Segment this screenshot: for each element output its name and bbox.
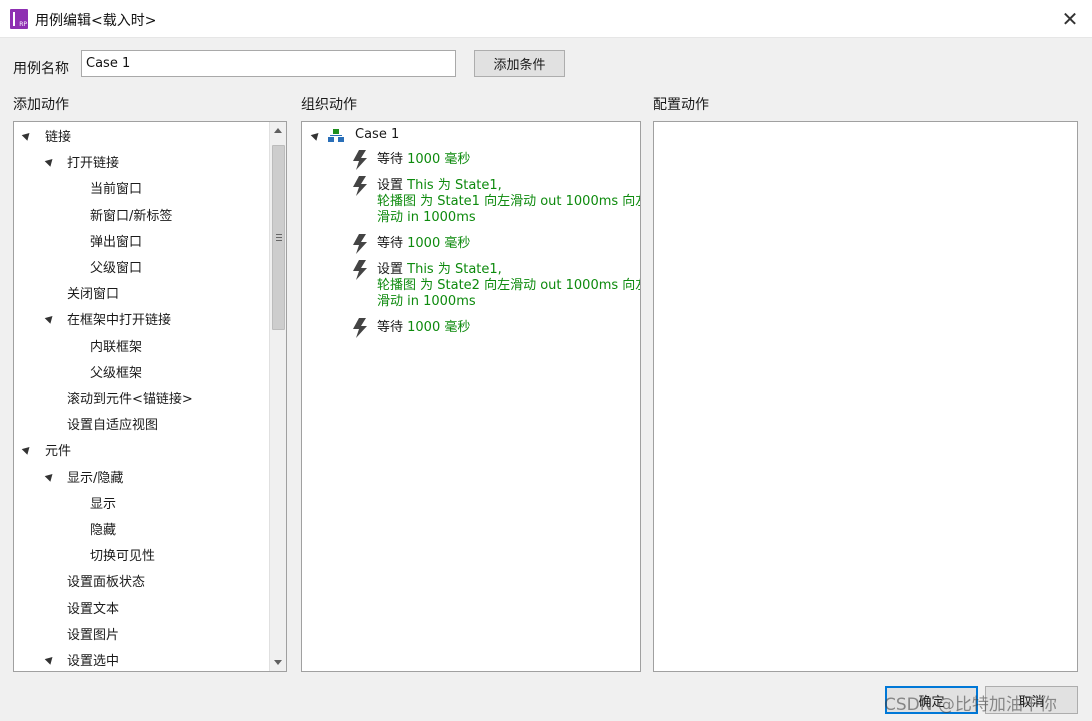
- tree-item[interactable]: 关闭窗口: [67, 283, 119, 303]
- action-detail: 滑动 in 1000ms: [377, 294, 476, 309]
- action-item[interactable]: 等待 1000 毫秒: [377, 152, 470, 168]
- tree-item[interactable]: 父级窗口: [90, 257, 142, 277]
- app-icon-text: RP: [19, 21, 27, 28]
- tree-item[interactable]: 元件: [45, 440, 71, 460]
- axure-app-icon: RP: [10, 9, 28, 29]
- tree-item[interactable]: 设置选中: [67, 650, 119, 670]
- action-verb: 等待: [377, 236, 408, 251]
- add-condition-button[interactable]: 添加条件: [474, 50, 565, 77]
- organize-actions-panel: Case 1 等待 1000 毫秒 设置 This 为 State1, 轮播图 为 …: [301, 121, 641, 672]
- action-item[interactable]: 等待 1000 毫秒: [377, 320, 470, 336]
- tree-item[interactable]: 设置自适应视图: [67, 414, 158, 434]
- action-detail: This 为 State1,: [407, 178, 502, 193]
- add-actions-panel: 链接打开链接当前窗口新窗口/新标签 弹出窗口父级窗口关闭窗口在框架中打开链接 内联框…: [13, 121, 287, 672]
- tree-item[interactable]: 新窗口/新标签: [90, 205, 172, 225]
- scroll-up-arrow-icon[interactable]: [274, 128, 282, 133]
- action-verb: 等待: [377, 320, 408, 335]
- tree-item[interactable]: 内联框架: [90, 336, 142, 356]
- tree-item[interactable]: 父级框架: [90, 362, 142, 382]
- action-detail: This 为 State1,: [407, 262, 502, 277]
- tree-item[interactable]: 设置文本: [67, 598, 119, 618]
- case-name-label: 用例名称: [13, 61, 69, 77]
- tree-item[interactable]: 显示: [90, 493, 116, 513]
- tree-item[interactable]: 设置图片: [67, 624, 119, 644]
- close-button[interactable]: ✕: [1056, 6, 1084, 32]
- expand-triangle-icon[interactable]: [310, 130, 322, 141]
- tree-item[interactable]: 打开链接: [67, 152, 119, 172]
- action-verb: 设置: [377, 178, 408, 193]
- title-bar: RP 用例编辑<载入时> ✕: [0, 0, 1092, 38]
- configure-actions-heading: 配置动作: [653, 97, 709, 113]
- action-item[interactable]: 设置 This 为 State1, 轮播图 为 State1 向左滑动 out 1…: [377, 178, 641, 226]
- configure-actions-panel: [653, 121, 1078, 672]
- expand-triangle-icon[interactable]: [44, 470, 56, 482]
- tree-item[interactable]: 设置面板状态: [67, 571, 145, 591]
- scroll-thumb[interactable]: [272, 145, 285, 330]
- case-tree-icon: [328, 129, 344, 143]
- organize-actions-heading: 组织动作: [301, 97, 357, 113]
- ok-button[interactable]: 确定: [885, 686, 978, 714]
- add-actions-scrollbar[interactable]: [269, 122, 286, 671]
- lightning-bolt-icon: [352, 260, 368, 280]
- window-title: 用例编辑<载入时>: [35, 13, 157, 29]
- case-name-input[interactable]: [81, 50, 456, 77]
- tree-item[interactable]: 滚动到元件<锚链接>: [67, 388, 193, 408]
- action-verb: 等待: [377, 152, 408, 167]
- lightning-bolt-icon: [352, 150, 368, 170]
- lightning-bolt-icon: [352, 234, 368, 254]
- scroll-down-arrow-icon[interactable]: [274, 660, 282, 665]
- action-detail: 滑动 in 1000ms: [377, 210, 476, 225]
- action-detail: 1000 毫秒: [407, 152, 471, 167]
- action-verb: 设置: [377, 262, 408, 277]
- action-detail: 轮播图 为 State2 向左滑动 out 1000ms 向左: [377, 278, 641, 293]
- case-node-label[interactable]: Case 1: [355, 127, 399, 147]
- expand-triangle-icon[interactable]: [44, 313, 56, 325]
- action-item[interactable]: 设置 This 为 State1, 轮播图 为 State2 向左滑动 out 1…: [377, 262, 641, 310]
- tree-item[interactable]: 当前窗口: [90, 178, 142, 198]
- expand-triangle-icon[interactable]: [21, 444, 33, 456]
- lightning-bolt-icon: [352, 318, 368, 338]
- close-icon: ✕: [1061, 7, 1079, 31]
- tree-item[interactable]: 隐藏: [90, 519, 116, 539]
- tree-item[interactable]: 链接: [45, 126, 71, 146]
- action-item[interactable]: 等待 1000 毫秒: [377, 236, 470, 252]
- action-detail: 1000 毫秒: [407, 320, 471, 335]
- action-detail: 1000 毫秒: [407, 236, 471, 251]
- tree-item[interactable]: 在框架中打开链接: [67, 309, 171, 329]
- tree-item[interactable]: 弹出窗口: [90, 231, 142, 251]
- scroll-grip-icon: [276, 234, 282, 241]
- tree-item[interactable]: 切换可见性: [90, 545, 155, 565]
- cancel-button[interactable]: 取消: [985, 686, 1078, 714]
- tree-item[interactable]: 显示/隐藏: [67, 467, 123, 487]
- add-actions-heading: 添加动作: [13, 97, 69, 113]
- lightning-bolt-icon: [352, 176, 368, 196]
- expand-triangle-icon[interactable]: [44, 654, 56, 665]
- expand-triangle-icon[interactable]: [44, 156, 56, 167]
- action-detail: 轮播图 为 State1 向左滑动 out 1000ms 向左: [377, 194, 641, 209]
- expand-triangle-icon[interactable]: [21, 130, 33, 141]
